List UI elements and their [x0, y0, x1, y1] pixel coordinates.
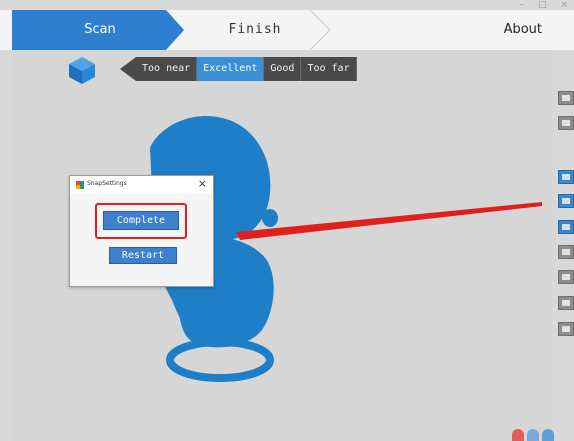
image-icon[interactable] — [558, 91, 574, 105]
texture-icon[interactable] — [558, 296, 574, 310]
scanner-window: – □ × Scan Finish About Too near Excelle… — [0, 0, 574, 441]
status-icon-red — [512, 429, 524, 441]
square-icon[interactable] — [558, 194, 574, 208]
grid-icon[interactable] — [558, 270, 574, 284]
laser-line — [236, 202, 542, 240]
undo-icon[interactable] — [558, 220, 574, 234]
play-icon[interactable] — [558, 170, 574, 184]
close-icon[interactable]: × — [198, 177, 207, 191]
download-icon[interactable] — [558, 322, 574, 336]
dialog-title: SnapSettings — [87, 180, 127, 187]
app-icon — [76, 181, 84, 189]
restart-button[interactable]: Restart — [109, 247, 177, 264]
status-icons — [512, 429, 554, 441]
image-icon[interactable] — [558, 116, 574, 130]
save-icon[interactable] — [558, 245, 574, 259]
status-icon-blue — [527, 429, 539, 441]
snap-settings-dialog: SnapSettings × Complete Restart — [69, 175, 214, 287]
status-icon-cloud — [542, 429, 554, 441]
red-highlight-box — [95, 203, 187, 239]
dialog-titlebar: SnapSettings × — [70, 176, 213, 194]
